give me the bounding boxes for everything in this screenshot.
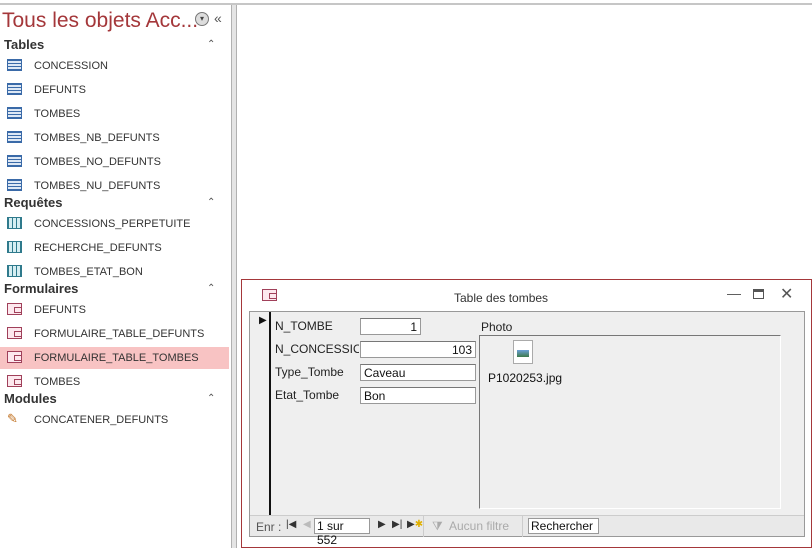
n-concession-field[interactable]: 103 [360, 341, 476, 358]
nav-item-label: TOMBES [34, 108, 81, 120]
photo-label: Photo [481, 320, 513, 334]
nav-item[interactable]: DEFUNTS [0, 299, 229, 321]
no-filter-button[interactable]: Aucun filtre [449, 519, 509, 533]
nav-item-label: CONCESSION [34, 60, 108, 72]
nav-item[interactable]: TOMBES_ETAT_BON [0, 261, 229, 283]
nav-item-label: TOMBES_NB_DEFUNTS [34, 132, 160, 144]
maximize-icon[interactable] [753, 289, 764, 299]
table-icon [7, 59, 22, 71]
query-icon [7, 265, 22, 277]
nav-item[interactable]: CONCESSIONS_PERPETUITE [0, 213, 229, 235]
image-file-icon [513, 340, 533, 364]
nav-item[interactable]: ✎ CONCATENER_DEFUNTS [0, 409, 229, 431]
nav-item-label: TOMBES [34, 376, 81, 388]
table-icon [7, 83, 22, 95]
form-window: Table des tombes — ✕ ▶ N_TOMBE 1 N_CONCE… [241, 279, 812, 548]
close-icon[interactable]: ✕ [780, 284, 793, 304]
form-icon [7, 375, 22, 387]
nav-item[interactable]: TOMBES_NU_DEFUNTS [0, 175, 229, 197]
next-record-icon[interactable]: ▶ [378, 519, 386, 530]
nav-item-label: CONCESSIONS_PERPETUITE [34, 218, 191, 230]
record-navigation-bar: Enr : |◀ ◀ 1 sur 552 ▶ ▶| ▶✱ ⧩ Aucun fil… [250, 515, 804, 547]
query-icon [7, 241, 22, 253]
current-record-field[interactable]: 1 sur 552 [314, 518, 370, 547]
nav-item-label: RECHERCHE_DEFUNTS [34, 242, 162, 254]
nav-item-label: TOMBES_NO_DEFUNTS [34, 156, 161, 168]
double-chevron-left-icon[interactable]: « [214, 10, 222, 26]
nav-item-label: CONCATENER_DEFUNTS [34, 414, 169, 426]
nav-item-label: FORMULAIRE_TABLE_TOMBES [34, 352, 199, 364]
label-n-concession: N_CONCESSION [275, 342, 359, 356]
section-header-formulaires[interactable]: Formulaires [4, 281, 78, 296]
nav-pane-title[interactable]: Tous les objets Acc... [2, 9, 198, 33]
table-icon [7, 131, 22, 143]
section-header-requêtes[interactable]: Requêtes [4, 195, 63, 210]
new-record-icon[interactable]: ▶✱ [407, 519, 423, 530]
table-icon [7, 107, 22, 119]
section-header-tables[interactable]: Tables [4, 37, 44, 52]
nav-item[interactable]: TOMBES_NO_DEFUNTS [0, 151, 229, 173]
first-record-icon[interactable]: |◀ [286, 519, 296, 530]
nav-item[interactable]: CONCESSION [0, 55, 229, 77]
form-icon [7, 327, 22, 339]
photo-attachment[interactable]: P1020253.jpg [479, 335, 781, 509]
label-etat-tombe: Etat_Tombe [275, 388, 340, 402]
form-body: ▶ N_TOMBE 1 N_CONCESSION 103 Type_Tombe … [249, 311, 805, 547]
nav-item[interactable]: FORMULAIRE_TABLE_DEFUNTS [0, 323, 229, 345]
nav-item-label: TOMBES_ETAT_BON [34, 266, 143, 278]
nav-item-label: TOMBES_NU_DEFUNTS [34, 180, 161, 192]
current-record-arrow-icon: ▶ [259, 315, 267, 326]
nav-item[interactable]: TOMBES [0, 371, 229, 393]
filter-icon: ⧩ [432, 519, 443, 533]
module-icon: ✎ [7, 411, 18, 426]
form-icon [7, 351, 22, 363]
collapse-section-icon[interactable]: ⌃ [207, 283, 215, 294]
nav-item-label: DEFUNTS [34, 84, 86, 96]
previous-record-icon[interactable]: ◀ [303, 519, 311, 530]
nav-item[interactable]: DEFUNTS [0, 79, 229, 101]
nav-item-label: DEFUNTS [34, 304, 86, 316]
section-header-modules[interactable]: Modules [4, 391, 57, 406]
collapse-section-icon[interactable]: ⌃ [207, 39, 215, 50]
search-input[interactable]: Rechercher [528, 518, 599, 534]
nav-item-label: FORMULAIRE_TABLE_DEFUNTS [34, 328, 205, 340]
circle-chevron-down-icon[interactable]: ▾ [195, 12, 209, 26]
type-tombe-field[interactable]: Caveau [360, 364, 476, 381]
divider [423, 516, 424, 537]
n-tombe-field[interactable]: 1 [360, 318, 421, 335]
form-icon [7, 303, 22, 315]
form-icon [262, 289, 277, 301]
minimize-icon[interactable]: — [727, 285, 741, 301]
record-label: Enr : [256, 520, 282, 534]
divider [522, 516, 523, 537]
nav-item[interactable]: TOMBES_NB_DEFUNTS [0, 127, 229, 149]
collapse-section-icon[interactable]: ⌃ [207, 393, 215, 404]
nav-item[interactable]: TOMBES [0, 103, 229, 125]
pane-splitter[interactable] [231, 5, 237, 548]
etat-tombe-field[interactable]: Bon [360, 387, 476, 404]
label-type-tombe: Type_Tombe [275, 365, 344, 379]
photo-filename: P1020253.jpg [488, 371, 563, 385]
nav-item[interactable]: FORMULAIRE_TABLE_TOMBES [0, 347, 229, 369]
label-n-tombe: N_TOMBE [275, 319, 333, 333]
query-icon [7, 217, 22, 229]
record-selector[interactable]: ▶ [250, 312, 271, 517]
form-window-title: Table des tombes [454, 291, 549, 305]
nav-item[interactable]: RECHERCHE_DEFUNTS [0, 237, 229, 259]
last-record-icon[interactable]: ▶| [392, 519, 402, 530]
collapse-section-icon[interactable]: ⌃ [207, 197, 215, 208]
table-icon [7, 179, 22, 191]
table-icon [7, 155, 22, 167]
